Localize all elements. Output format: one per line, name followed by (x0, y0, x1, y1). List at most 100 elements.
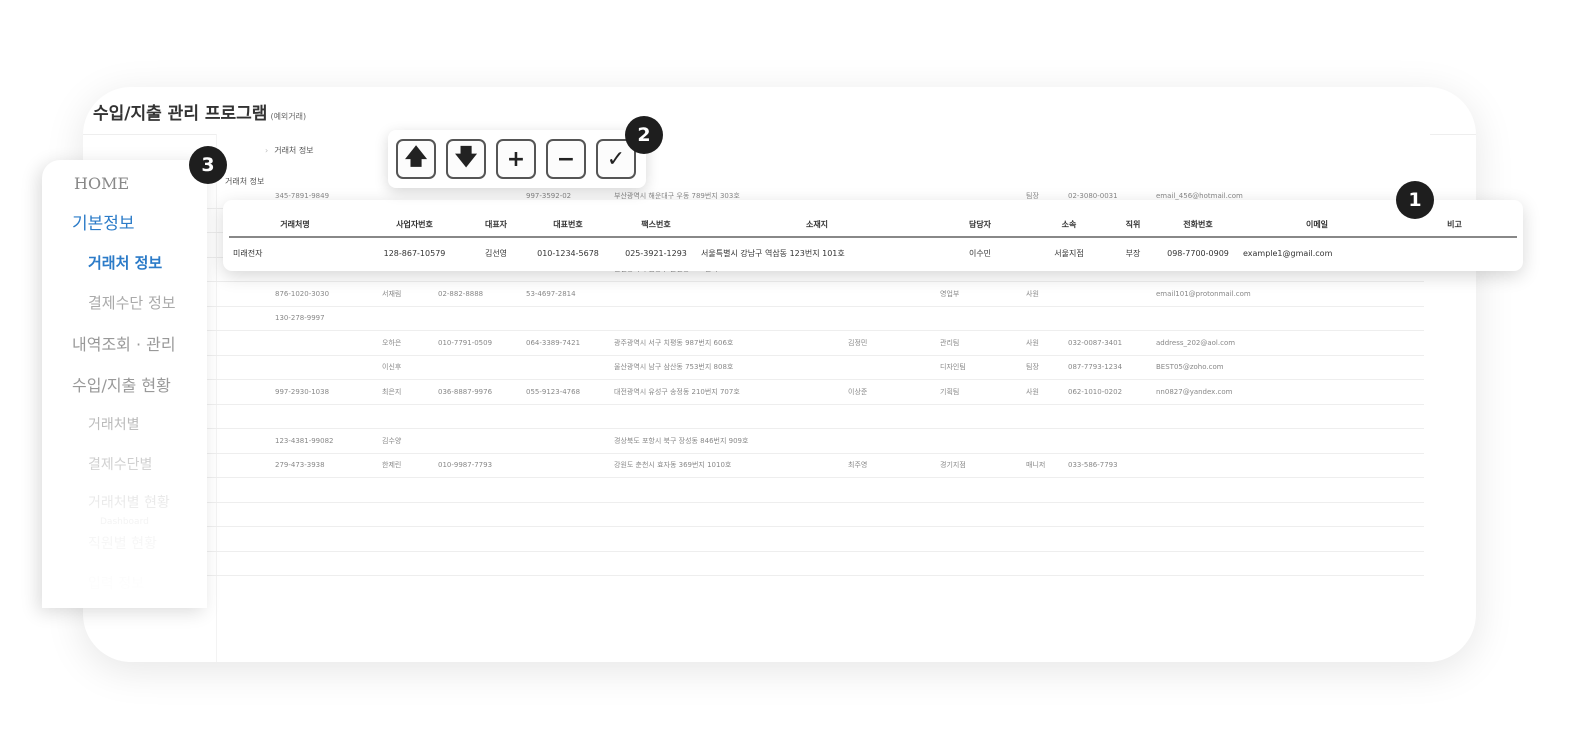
table-cell[interactable]: 부장 (1112, 237, 1154, 268)
sidebar-item-income-expense[interactable]: 수입/지출 현황 (72, 372, 171, 396)
table-cell (938, 502, 1024, 527)
table-cell (846, 355, 938, 380)
table-cell[interactable]: 서울특별시 강남구 역삼동 123번지 101호 (700, 237, 934, 268)
table-cell: 087-7793-1234 (1066, 355, 1154, 380)
table-cell (1066, 404, 1154, 429)
table-cell[interactable]: 010-1234-5678 (524, 237, 612, 268)
table-row[interactable] (141, 526, 1424, 552)
table-cell: 033-586-7793 (1066, 453, 1154, 478)
table-row[interactable]: 뉴포리뷰티876-1020-3030서재림02-882-888853-4697-… (141, 281, 1424, 307)
table-row[interactable]: 골드가든130-278-9997 (141, 306, 1424, 331)
column-header[interactable]: 소재지 (700, 212, 934, 238)
table-cell: 경기지점 (938, 453, 1024, 478)
add-row-button[interactable]: + (496, 139, 536, 179)
table-cell (524, 428, 612, 454)
table-cell (273, 526, 380, 552)
column-header[interactable]: 직위 (1112, 212, 1154, 238)
column-header[interactable]: 대표자 (468, 212, 524, 238)
table-cell: 130-278-9997 (273, 306, 380, 331)
column-header[interactable]: 전화번호 (1154, 212, 1242, 238)
table-cell: 53-4697-2814 (524, 281, 612, 307)
plus-icon: + (506, 146, 526, 172)
column-header[interactable]: 이메일 (1242, 212, 1392, 238)
table-cell (524, 526, 612, 552)
table-cell (846, 281, 938, 307)
table-cell[interactable]: 025-3921-1293 (612, 237, 700, 268)
table-cell: 대전광역시 유성구 송정동 210번지 707호 (612, 379, 846, 405)
table-row[interactable]: 스타일마켓123-4381-99082김수양경상북도 포항시 북구 장성동 84… (141, 428, 1424, 454)
table-cell: 김정민 (846, 330, 938, 356)
table-cell (612, 526, 846, 552)
table-cell: email101@protonmail.com (1154, 281, 1424, 307)
table-cell (938, 404, 1024, 429)
column-header[interactable]: 대표번호 (524, 212, 612, 238)
table-cell: 서재림 (380, 281, 436, 307)
table-cell (524, 355, 612, 380)
row-toolbar: 🡅 🡇 + − ✓ (388, 130, 646, 188)
table-cell (1154, 306, 1424, 331)
sidebar-item-by-payment[interactable]: 결제수단별 (88, 454, 152, 474)
table-cell[interactable]: example1@gmail.com (1242, 237, 1392, 268)
table-row[interactable]: 레드포인트 (141, 404, 1424, 429)
table-cell: 울산광역시 남구 삼산동 753번지 808호 (612, 355, 846, 380)
table-cell (1066, 526, 1154, 552)
table-cell[interactable]: 미래전자 (229, 237, 361, 268)
column-header[interactable]: 담당자 (934, 212, 1026, 238)
table-cell: 010-7791-0509 (436, 330, 524, 356)
column-header[interactable]: 팩스번호 (612, 212, 700, 238)
sidebar-item-basic-info[interactable]: 기본정보 (72, 209, 135, 234)
table-row[interactable]: 에버라인트레블이신후울산광역시 남구 삼산동 753번지 808호디자인팀팀장0… (141, 355, 1424, 380)
table-cell: 영업부 (938, 281, 1024, 307)
selected-table-row[interactable]: 미래전자 128-867-10579 김선영 010-1234-5678 025-392… (229, 237, 1517, 268)
sidebar-item-input-info[interactable]: 입력 정보 (88, 573, 144, 593)
sidebar-item-payment-info[interactable]: 결제수단 정보 (88, 292, 176, 313)
table-row[interactable] (141, 477, 1424, 503)
move-down-button[interactable]: 🡇 (446, 139, 486, 179)
app-subtitle: (예외거래) (270, 112, 307, 121)
table-cell (273, 502, 380, 527)
sidebar-item-vendor-info[interactable]: 거래처 정보 (88, 252, 162, 273)
table-cell: 강원도 춘천시 효자동 369번지 1010호 (612, 453, 846, 478)
delete-row-button[interactable]: − (546, 139, 586, 179)
table-row[interactable] (141, 551, 1424, 576)
table-cell[interactable]: 서울지점 (1026, 237, 1112, 268)
sidebar-item-by-vendor[interactable]: 거래처별 (88, 414, 140, 434)
column-header[interactable]: 거래처명 (229, 212, 361, 238)
app-title: 수입/지출 관리 프로그램 (예외거래) (93, 99, 306, 124)
table-cell: 오하은 (380, 330, 436, 356)
table-cell (612, 502, 846, 527)
column-header[interactable]: 사업자번호 (361, 212, 468, 238)
table-cell (1154, 526, 1424, 552)
table-cell (380, 306, 436, 331)
table-cell (524, 551, 612, 576)
sidebar-item-staff-status[interactable]: 직원별 현황 (88, 533, 157, 553)
column-header[interactable]: 소속 (1026, 212, 1112, 238)
table-row[interactable]: 블루웨이브건오하은010-7791-0509064-3389-7421광주광역시… (141, 330, 1424, 356)
sidebar-item-dashboard[interactable]: Dashboard (100, 517, 149, 527)
table-cell (612, 306, 846, 331)
table-cell (436, 404, 524, 429)
table-cell (1066, 306, 1154, 331)
sidebar-item-vendor-status[interactable]: 거래처별 현황 (88, 492, 170, 512)
table-cell (1066, 477, 1154, 503)
table-cell: 사원 (1024, 330, 1066, 356)
callout-badge-1: 1 (1396, 181, 1434, 219)
table-cell (1154, 551, 1424, 576)
sidebar-item-home[interactable]: HOME (74, 174, 129, 193)
table-row[interactable]: 뷰라이드279-473-3938한제린010-9987-7793강원도 춘천시 … (141, 453, 1424, 478)
table-cell (1154, 404, 1424, 429)
move-up-button[interactable]: 🡅 (396, 139, 436, 179)
table-cell[interactable]: 이수민 (934, 237, 1026, 268)
table-cell[interactable]: 128-867-10579 (361, 237, 468, 268)
table-cell (524, 306, 612, 331)
table-cell (1154, 453, 1424, 478)
table-cell: 055-9123-4768 (524, 379, 612, 405)
table-row[interactable] (141, 502, 1424, 527)
table-cell[interactable]: 김선영 (468, 237, 524, 268)
table-row[interactable]: 그린플라워997-2930-1038최은지036-8887-9976055-91… (141, 379, 1424, 405)
table-cell[interactable] (1392, 237, 1517, 268)
table-cell (273, 551, 380, 576)
sidebar-item-history[interactable]: 내역조회 · 관리 (72, 331, 176, 355)
table-cell (1024, 551, 1066, 576)
table-cell[interactable]: 098-7700-0909 (1154, 237, 1242, 268)
